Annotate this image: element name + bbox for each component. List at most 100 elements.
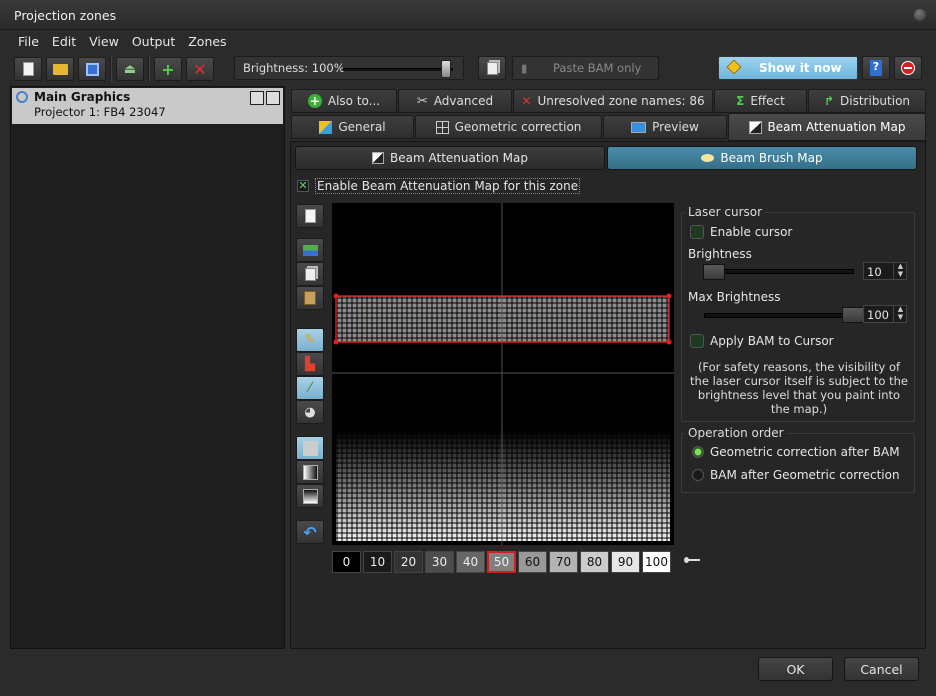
- tab-label: Also to...: [327, 94, 381, 108]
- stop-button[interactable]: [894, 56, 922, 80]
- sigma-icon: Σ: [736, 94, 745, 108]
- value-button-60[interactable]: 60: [518, 551, 547, 573]
- checkbox-icon[interactable]: ✕: [297, 180, 309, 192]
- eyedropper-tool[interactable]: ⁄: [296, 376, 324, 400]
- selection-handle[interactable]: [333, 293, 339, 299]
- tab-general[interactable]: General: [291, 115, 414, 139]
- ok-label: OK: [786, 661, 805, 677]
- led-icon[interactable]: [690, 225, 704, 239]
- menu-output[interactable]: Output: [132, 34, 175, 50]
- value-button-80[interactable]: 80: [580, 551, 609, 573]
- vertical-gradient-tool[interactable]: [296, 484, 324, 508]
- bam-icon: [372, 152, 385, 164]
- tab-unresolved-zone-names[interactable]: ✕ Unresolved zone names: 86: [513, 89, 713, 113]
- led-icon[interactable]: [690, 334, 704, 348]
- tab-advanced[interactable]: ✂ Advanced: [398, 89, 512, 113]
- open-button[interactable]: [46, 57, 74, 81]
- bam-canvas[interactable]: [332, 203, 674, 545]
- value-button-70[interactable]: 70: [549, 551, 578, 573]
- radio-selected-icon[interactable]: [692, 446, 704, 458]
- load-map-button[interactable]: [296, 238, 324, 262]
- copy-map-button[interactable]: [296, 262, 324, 286]
- delete-zone-button[interactable]: ✕: [186, 57, 214, 81]
- import-button[interactable]: ⏏: [116, 57, 144, 81]
- operation-order-group: [681, 433, 915, 493]
- pencil-tool[interactable]: ✎: [296, 328, 324, 352]
- menu-edit[interactable]: Edit: [52, 34, 76, 50]
- max-brightness-value: 100: [867, 308, 889, 322]
- brightness-track[interactable]: [343, 68, 453, 71]
- selection-handle[interactable]: [666, 339, 672, 345]
- brightness-slider[interactable]: Brightness: 100%: [234, 56, 464, 80]
- selection-handle[interactable]: [666, 293, 672, 299]
- zone-preview-icon[interactable]: [266, 91, 280, 105]
- tab-preview[interactable]: Preview: [603, 115, 727, 139]
- selection-handle[interactable]: [333, 339, 339, 345]
- copy-bam-button[interactable]: [478, 56, 506, 80]
- brush-icon: [701, 154, 715, 162]
- value-button-50[interactable]: 50: [487, 551, 516, 573]
- save-button[interactable]: [78, 57, 106, 81]
- new-map-button[interactable]: [296, 204, 324, 228]
- tab-geometric-correction[interactable]: Geometric correction: [415, 115, 602, 139]
- max-brightness-spinner[interactable]: ▲ ▼: [893, 305, 907, 323]
- menu-zones[interactable]: Zones: [188, 34, 226, 50]
- tab-effect[interactable]: Σ Effect: [714, 89, 807, 113]
- cancel-button[interactable]: Cancel: [844, 657, 919, 681]
- zone-list[interactable]: Main Graphics Projector 1: FB4 23047: [10, 86, 285, 649]
- paste-bam-button[interactable]: ▮ Paste BAM only: [512, 56, 659, 80]
- ok-button[interactable]: OK: [758, 657, 833, 681]
- show-it-now-button[interactable]: Show it now: [718, 56, 858, 80]
- eyedropper-cursor-icon[interactable]: [684, 555, 700, 565]
- zone-list-item[interactable]: Main Graphics Projector 1: FB4 23047: [12, 88, 283, 124]
- value-button-0[interactable]: 0: [332, 551, 361, 573]
- fill-tool[interactable]: ◕: [296, 400, 324, 424]
- radio-geometric-after-bam[interactable]: Geometric correction after BAM: [692, 445, 900, 459]
- enable-bam-label: Enable Beam Attenuation Map for this zon…: [315, 178, 581, 194]
- tab-distribution[interactable]: ↱ Distribution: [808, 89, 926, 113]
- cursor-brightness-track[interactable]: [704, 269, 854, 274]
- value-button-30[interactable]: 30: [425, 551, 454, 573]
- brightness-thumb[interactable]: [441, 60, 451, 78]
- value-button-100[interactable]: 100: [642, 551, 671, 573]
- apply-bam-cursor-toggle[interactable]: Apply BAM to Cursor: [690, 334, 834, 348]
- value-button-90[interactable]: 90: [611, 551, 640, 573]
- max-brightness-thumb[interactable]: [842, 307, 864, 323]
- enable-cursor-toggle[interactable]: Enable cursor: [690, 225, 792, 239]
- value-button-20[interactable]: 20: [394, 551, 423, 573]
- window-menu-icon[interactable]: [914, 9, 926, 21]
- radio-unselected-icon[interactable]: [692, 469, 704, 481]
- zone-status-icon: [16, 91, 28, 103]
- menu-file[interactable]: File: [18, 34, 39, 50]
- enable-bam-checkbox[interactable]: ✕ Enable Beam Attenuation Map for this z…: [297, 178, 581, 194]
- brightness-label: Brightness: [688, 247, 752, 261]
- menu-view[interactable]: View: [89, 34, 119, 50]
- cursor-brightness-thumb[interactable]: [703, 264, 725, 280]
- subtab-beam-brush-map[interactable]: Beam Brush Map: [607, 146, 917, 170]
- apply-bam-cursor-label: Apply BAM to Cursor: [710, 334, 834, 348]
- bam-canvas-svg[interactable]: [332, 203, 674, 545]
- cursor-brightness-spinner[interactable]: ▲ ▼: [893, 262, 907, 280]
- undo-button[interactable]: ↶: [296, 520, 324, 544]
- spray-tool[interactable]: ▙: [296, 352, 324, 376]
- help-button[interactable]: ?: [862, 56, 890, 80]
- menu-bar: File Edit View Output Zones: [18, 34, 227, 50]
- tab-beam-attenuation-map[interactable]: Beam Attenuation Map: [728, 113, 926, 141]
- paste-map-button[interactable]: [296, 286, 324, 310]
- solid-fill-tool[interactable]: [296, 436, 324, 460]
- undo-icon: ↶: [303, 522, 317, 542]
- radio-bam-after-geometric[interactable]: BAM after Geometric correction: [692, 468, 900, 482]
- general-icon: [319, 120, 333, 134]
- subtab-beam-attenuation-map[interactable]: Beam Attenuation Map: [295, 146, 605, 170]
- horizontal-gradient-tool[interactable]: [296, 460, 324, 484]
- tab-label: General: [338, 120, 386, 134]
- zone-preview-icon[interactable]: [250, 91, 264, 105]
- value-button-10[interactable]: 10: [363, 551, 392, 573]
- add-zone-button[interactable]: +: [154, 57, 182, 81]
- brightness-label: Brightness: 100%: [243, 61, 345, 75]
- value-button-40[interactable]: 40: [456, 551, 485, 573]
- square-icon: [302, 440, 318, 456]
- new-button[interactable]: [14, 57, 42, 81]
- tab-also-to[interactable]: + Also to...: [291, 89, 397, 113]
- max-brightness-track[interactable]: [704, 313, 854, 318]
